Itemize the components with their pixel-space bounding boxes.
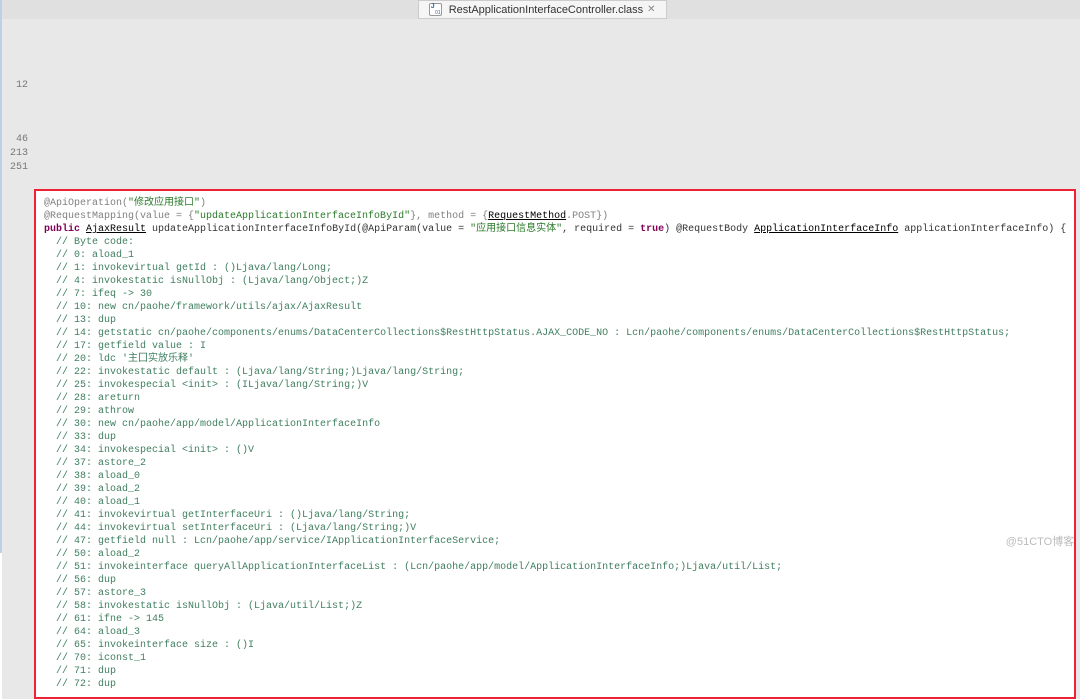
line-number-gutter: 12 46 213 251 bbox=[2, 19, 32, 699]
line-number: 213 bbox=[2, 147, 28, 161]
line-number: 46 bbox=[2, 133, 28, 147]
line-number: 12 bbox=[2, 79, 28, 93]
close-icon[interactable]: ✕ bbox=[647, 4, 655, 15]
editor-tab[interactable]: RestApplicationInterfaceController.class… bbox=[418, 0, 667, 19]
editor-panel: RestApplicationInterfaceController.class… bbox=[2, 0, 1080, 553]
tab-label: RestApplicationInterfaceController.class bbox=[449, 4, 643, 16]
line-number: 251 bbox=[2, 161, 28, 175]
class-file-icon bbox=[429, 3, 442, 16]
code-viewer[interactable]: @ApiOperation("修改应用接口") @RequestMapping(… bbox=[34, 189, 1076, 699]
editor-tab-bar: RestApplicationInterfaceController.class… bbox=[2, 0, 1080, 19]
watermark: @51CTO博客 bbox=[1006, 533, 1074, 549]
